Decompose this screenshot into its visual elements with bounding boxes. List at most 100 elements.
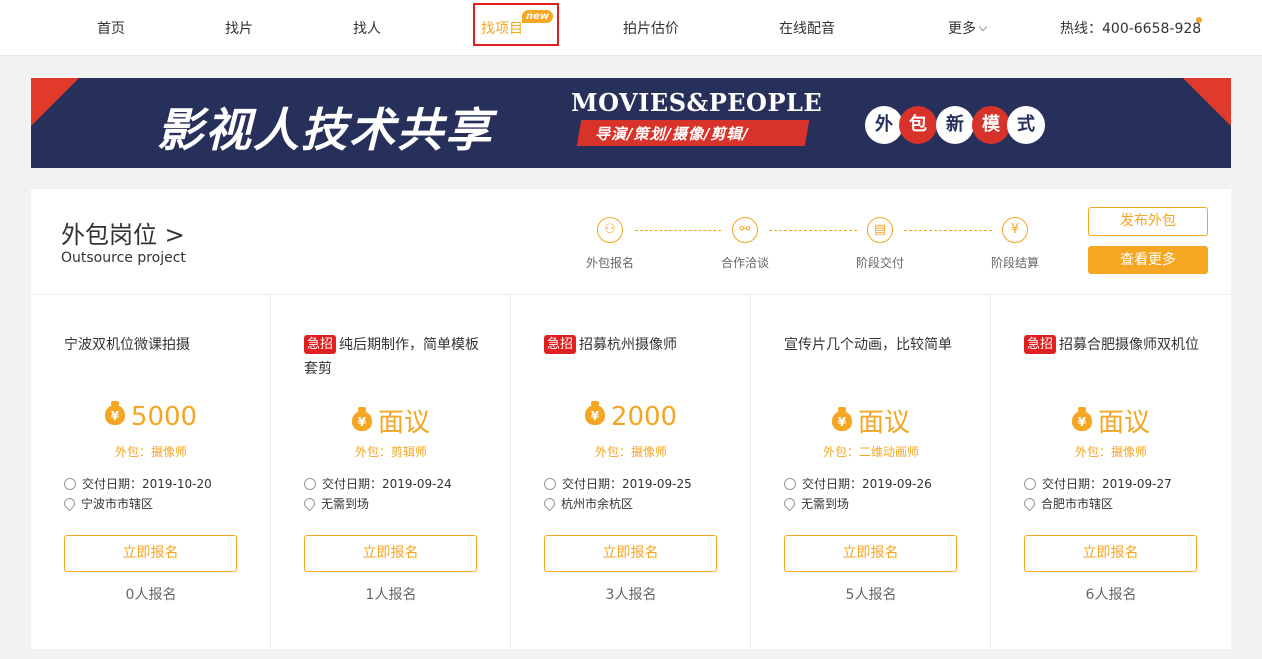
banner-circle: 式 <box>1007 106 1045 144</box>
publish-outsource-button[interactable]: 发布外包 <box>1088 207 1208 236</box>
yen-icon: ¥ <box>1002 217 1028 243</box>
money-bag-icon: ¥ <box>351 407 372 431</box>
nav-dubbing[interactable]: 在线配音 <box>779 18 835 38</box>
signup-button[interactable]: 立即报名 <box>304 535 477 572</box>
project-title[interactable]: 宁波双机位微课拍摄 <box>64 333 244 357</box>
notification-dot <box>1196 17 1202 23</box>
delivery-date: 交付日期：2019-09-24 <box>304 475 452 492</box>
promo-banner[interactable]: 影视人技术共享 MOVIES&PEOPLE 导演/策划/摄像/剪辑/ 外 包 新… <box>31 78 1231 168</box>
delivery-date-text: 交付日期：2019-09-26 <box>802 477 932 491</box>
location-text: 宁波市市辖区 <box>81 497 154 511</box>
nav-find-people[interactable]: 找人 <box>353 18 381 38</box>
location-text: 合肥市市辖区 <box>1041 497 1114 511</box>
project-title[interactable]: 急招 招募杭州摄像师 <box>544 333 724 357</box>
nav-find-films[interactable]: 找片 <box>225 18 253 38</box>
step-label: 阶段交付 <box>856 256 905 270</box>
project-card[interactable]: 急招 招募合肥摄像师双机位 ¥ 面议外包：摄像师交付日期：2019-09-27 合肥市市… <box>991 295 1231 649</box>
project-title[interactable]: 急招 招募合肥摄像师双机位 <box>1024 333 1204 357</box>
location-pin-icon <box>61 495 78 512</box>
project-title-text: 宁波双机位微课拍摄 <box>64 337 190 353</box>
project-role: 外包：摄像师 <box>114 445 187 459</box>
delivery-date-text: 交付日期：2019-09-25 <box>562 477 692 491</box>
project-title[interactable]: 宣传片几个动画，比较简单 <box>784 333 964 357</box>
location: 无需到场 <box>781 495 850 512</box>
money-bag-icon: ¥ <box>1071 407 1092 431</box>
project-title-text: 招募杭州摄像师 <box>579 337 678 353</box>
outsource-panel: 外包岗位 > Outsource project ⚇ ⚯ ▤ ¥ 外包报名 合作… <box>31 189 1231 649</box>
project-price: 2000 <box>610 402 678 432</box>
project-title-text: 宣传片几个动画，比较简单 <box>784 337 952 353</box>
new-badge: new <box>522 10 554 23</box>
clock-icon <box>304 478 316 490</box>
location: 无需到场 <box>301 495 370 512</box>
project-card[interactable]: 急招 招募杭州摄像师 ¥2000 外包：摄像师交付日期：2019-09-25 杭州市余杭… <box>511 295 751 649</box>
price-row: ¥5000 <box>31 401 271 432</box>
project-price: 面议 <box>377 408 430 438</box>
location-text: 无需到场 <box>801 497 850 511</box>
location: 宁波市市辖区 <box>61 495 154 512</box>
money-bag-icon: ¥ <box>831 407 852 431</box>
project-card[interactable]: 宣传片几个动画，比较简单 ¥ 面议 外包：二维动画师 交付日期：2019-09-26 无需… <box>751 295 991 649</box>
signup-button[interactable]: 立即报名 <box>544 535 717 572</box>
section-title[interactable]: 外包岗位 > <box>61 215 185 250</box>
location-pin-icon <box>781 495 798 512</box>
nav-more[interactable]: 更多 <box>948 18 988 38</box>
banner-circle: 包 <box>899 106 937 144</box>
signup-count: 6人报名 <box>1085 587 1137 603</box>
nav-quote[interactable]: 拍片估价 <box>623 18 679 38</box>
banner-circle: 模 <box>972 106 1010 144</box>
project-role: 外包：摄像师 <box>1074 445 1147 459</box>
banner-circle: 新 <box>936 106 974 144</box>
money-bag-icon: ¥ <box>104 401 125 425</box>
banner-en-title: MOVIES&PEOPLE <box>571 88 823 117</box>
step-label: 阶段结算 <box>991 256 1040 270</box>
signup-count: 0人报名 <box>125 587 177 603</box>
nav-more-label: 更多 <box>948 21 976 37</box>
handshake-icon: ⚯ <box>732 217 758 243</box>
nav-find-projects[interactable]: 找项目 <box>481 18 523 38</box>
clock-icon <box>64 478 76 490</box>
banner-ribbon-text: 导演/策划/摄像/剪辑/ <box>595 125 749 143</box>
clock-icon <box>544 478 556 490</box>
location-pin-icon <box>1021 495 1038 512</box>
view-more-button[interactable]: 查看更多 <box>1088 246 1208 274</box>
signup-button[interactable]: 立即报名 <box>64 535 237 572</box>
panel-header: 外包岗位 > Outsource project ⚇ ⚯ ▤ ¥ 外包报名 合作… <box>31 189 1231 295</box>
project-card[interactable]: 宁波双机位微课拍摄 ¥5000 外包：摄像师交付日期：2019-10-20 宁波市市辖… <box>31 295 271 649</box>
price-row: ¥ 面议 <box>271 402 511 439</box>
project-price: 面议 <box>857 408 910 438</box>
project-title-text: 招募合肥摄像师双机位 <box>1059 337 1200 353</box>
clock-icon <box>1024 478 1036 490</box>
document-icon: ▤ <box>867 217 893 243</box>
signup-count: 3人报名 <box>605 587 657 603</box>
project-price: 面议 <box>1097 408 1150 438</box>
delivery-date-text: 交付日期：2019-09-27 <box>1042 477 1172 491</box>
money-bag-icon: ¥ <box>584 401 605 425</box>
delivery-date-text: 交付日期：2019-09-24 <box>322 477 452 491</box>
location: 合肥市市辖区 <box>1021 495 1114 512</box>
signup-button[interactable]: 立即报名 <box>784 535 957 572</box>
price-row: ¥ 面议 <box>751 402 991 439</box>
hotline: 热线：400-6658-928 <box>1060 21 1202 37</box>
location-pin-icon <box>301 495 318 512</box>
banner-corner-left <box>31 78 79 126</box>
nav-home[interactable]: 首页 <box>97 18 125 38</box>
location: 杭州市余杭区 <box>541 495 633 512</box>
urgent-tag: 急招 <box>304 335 337 354</box>
location-text: 无需到场 <box>321 497 370 511</box>
clock-icon <box>784 478 796 490</box>
step-divider <box>769 230 857 231</box>
project-price: 5000 <box>130 402 198 432</box>
top-nav: 首页 找片 找人 找项目 new 拍片估价 在线配音 更多 热线：400-665… <box>0 0 1262 56</box>
step-divider <box>904 230 992 231</box>
project-title[interactable]: 急招 纯后期制作，简单模板套剪 <box>304 333 484 381</box>
delivery-date: 交付日期：2019-10-20 <box>64 475 212 492</box>
user-icon: ⚇ <box>597 217 623 243</box>
signup-button[interactable]: 立即报名 <box>1024 535 1197 572</box>
project-card[interactable]: 急招 纯后期制作，简单模板套剪 ¥ 面议 外包：剪辑师 交付日期：2019-09-24 无需… <box>271 295 511 649</box>
chevron-down-icon <box>978 22 988 32</box>
banner-circle: 外 <box>865 106 903 144</box>
banner-corner-right <box>1183 78 1231 126</box>
section-subtitle: Outsource project <box>61 250 186 266</box>
project-role: 外包：摄像师 <box>594 445 667 459</box>
